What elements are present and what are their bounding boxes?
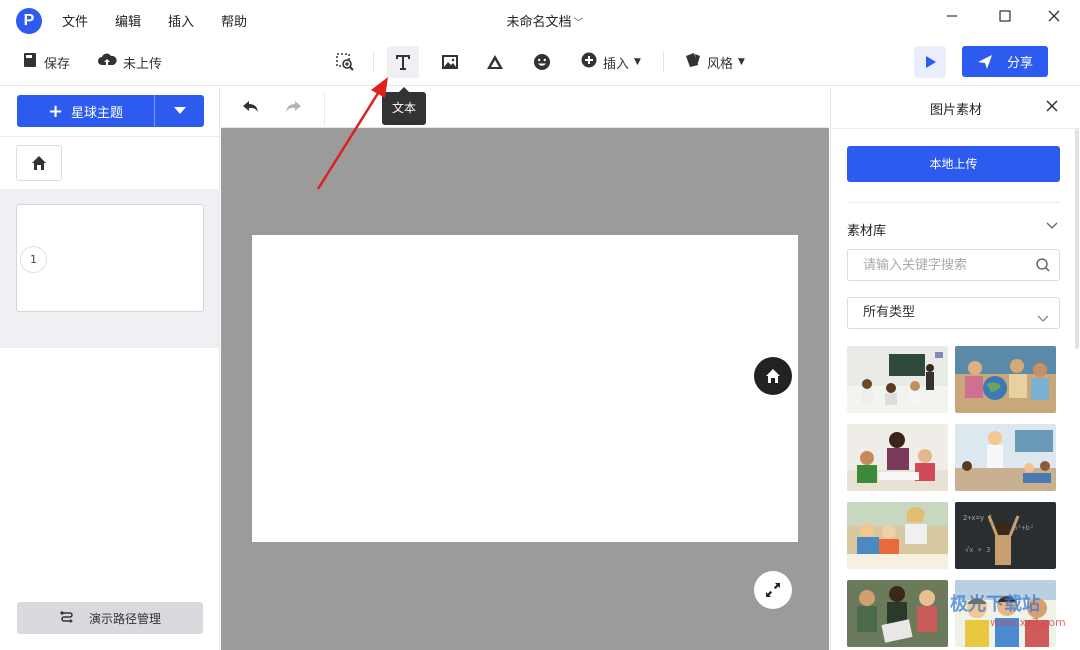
- path-icon: [60, 611, 73, 623]
- slide-number: 1: [20, 246, 47, 273]
- site-watermark: 极光下载站 www.xz7.com: [950, 590, 1066, 629]
- chalkboard-photo[interactable]: 2+x=y ∑ a²+b² √x ÷ 3: [955, 502, 1056, 569]
- send-icon: [977, 54, 992, 69]
- upload-status-label: 未上传: [123, 56, 163, 72]
- save-button[interactable]: 保存: [22, 52, 70, 72]
- teacher-kids-photo[interactable]: [847, 424, 948, 491]
- home-view-button[interactable]: [754, 357, 792, 395]
- close-icon[interactable]: [1044, 8, 1064, 27]
- shape-icon[interactable]: [479, 46, 511, 78]
- kids-tablet-photo[interactable]: [847, 580, 948, 647]
- cloud-upload-icon: [97, 52, 117, 72]
- play-icon: [926, 56, 936, 68]
- image-icon[interactable]: [434, 46, 466, 78]
- save-icon: [22, 52, 38, 72]
- local-upload-button[interactable]: 本地上传: [847, 146, 1060, 182]
- close-icon[interactable]: [1045, 98, 1059, 117]
- classroom-photo[interactable]: [847, 346, 948, 413]
- emoji-icon[interactable]: [526, 46, 558, 78]
- editing-canvas[interactable]: [221, 128, 829, 650]
- chevron-down-icon: [1036, 306, 1050, 336]
- style-cards-icon: [685, 52, 701, 72]
- main-toolbar: 保存 未上传 插入 ▼ 风格 ▼ 分享: [0, 40, 1080, 86]
- theme-dropdown-button[interactable]: [155, 95, 204, 127]
- panel-scrollbar[interactable]: [1075, 129, 1079, 349]
- divider: [847, 202, 1060, 203]
- path-manager-label: 演示路径管理: [88, 611, 161, 626]
- caret-down-icon: [173, 107, 186, 114]
- slide-thumbnail[interactable]: 1: [16, 204, 204, 312]
- slide-frame[interactable]: [252, 235, 798, 542]
- undo-icon[interactable]: [241, 97, 261, 117]
- search-box: [847, 249, 1060, 281]
- type-select-value: 所有类型: [863, 305, 916, 320]
- expand-icon: [766, 583, 780, 597]
- caret-down-icon: ▼: [738, 57, 745, 67]
- maximize-icon[interactable]: [995, 8, 1015, 27]
- share-button[interactable]: 分享: [962, 46, 1048, 77]
- home-icon: [766, 369, 780, 383]
- divider: [831, 128, 1080, 129]
- home-button[interactable]: [16, 145, 62, 181]
- title-bar: P 文件 编辑 插入 帮助 未命名文档 ﹀: [0, 0, 1080, 40]
- path-manager-button[interactable]: 演示路径管理: [17, 602, 203, 634]
- svg-text:a²+b²: a²+b²: [1013, 524, 1034, 532]
- upload-status-button[interactable]: 未上传: [97, 52, 162, 72]
- teacher-kids-desk-photo[interactable]: [847, 502, 948, 569]
- caret-down-icon: ▼: [634, 57, 641, 67]
- kids-globe-photo[interactable]: [955, 346, 1056, 413]
- save-label: 保存: [44, 56, 71, 72]
- teacher-classroom-photo[interactable]: [955, 424, 1056, 491]
- divider: [0, 136, 219, 137]
- theme-button[interactable]: + 星球主题: [17, 95, 204, 127]
- add-theme-button[interactable]: + 星球主题: [17, 95, 155, 127]
- annotation-arrow: [316, 77, 388, 190]
- search-input[interactable]: [848, 250, 1028, 280]
- play-button[interactable]: [914, 46, 946, 78]
- image-assets-panel: 图片素材 本地上传 素材库 所有类型: [830, 87, 1080, 650]
- fullscreen-button[interactable]: [754, 571, 792, 609]
- type-select[interactable]: 所有类型: [847, 297, 1060, 329]
- minimize-icon[interactable]: [942, 8, 962, 27]
- svg-text:√x ÷ 3: √x ÷ 3: [965, 546, 990, 554]
- panel-title: 图片素材: [929, 103, 982, 118]
- plus-circle-icon: [581, 52, 597, 72]
- chevron-down-icon[interactable]: ﹀: [574, 14, 584, 29]
- slides-panel: + 星球主题 1 演示路径管理: [0, 87, 220, 650]
- watermark-url: www.xz7.com: [990, 616, 1066, 629]
- slide-list: 1: [0, 189, 219, 348]
- share-label: 分享: [1006, 56, 1033, 71]
- style-dropdown[interactable]: 风格 ▼: [685, 52, 745, 72]
- insert-label: 插入: [603, 56, 630, 72]
- style-label: 风格: [707, 56, 734, 72]
- toolbar-divider: [663, 52, 664, 72]
- watermark-text: 极光下载站: [950, 594, 1040, 615]
- home-icon: [32, 156, 46, 170]
- plus-icon: +: [47, 100, 64, 122]
- document-title[interactable]: 未命名文档 ﹀: [0, 11, 1080, 30]
- library-title: 素材库: [847, 224, 887, 239]
- document-title-text[interactable]: 未命名文档: [506, 15, 571, 30]
- search-icon[interactable]: [1035, 257, 1051, 277]
- insert-dropdown[interactable]: 插入 ▼: [581, 52, 641, 72]
- svg-text:2+x=y ∑: 2+x=y ∑: [963, 514, 993, 522]
- chevron-down-icon[interactable]: [1045, 220, 1059, 235]
- theme-label: 星球主题: [71, 105, 124, 121]
